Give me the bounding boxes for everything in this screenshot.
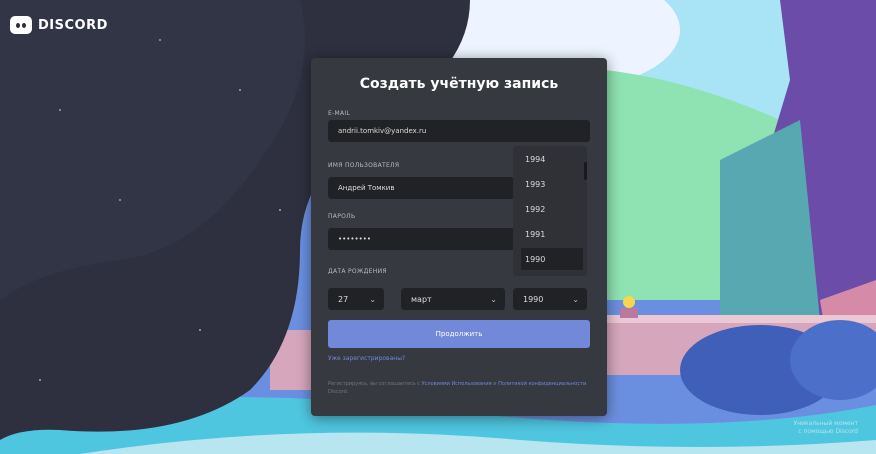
terms-prefix: Регистрируясь, вы соглашаетесь с (328, 381, 422, 387)
brand-name: DISCORD (38, 17, 108, 33)
year-option[interactable]: 1993 (521, 173, 587, 195)
discord-icon (10, 16, 32, 34)
chevron-down-icon: ⌄ (572, 294, 579, 304)
email-label: E-mail (328, 110, 351, 117)
month-value: март (411, 294, 432, 304)
year-select[interactable]: 1990 ⌄ (513, 288, 587, 310)
email-field[interactable]: andrii.tomkiv@yandex.ru (328, 120, 590, 142)
year-option[interactable]: 1992 (521, 198, 587, 220)
corner-line-1: Уникальный момент (793, 420, 858, 427)
chevron-down-icon: ⌄ (369, 294, 376, 304)
continue-button[interactable]: Продолжить (328, 320, 590, 348)
terms-text: Регистрируясь, вы соглашаетесь с Условия… (328, 380, 590, 396)
year-option[interactable]: 1991 (521, 223, 587, 245)
login-link[interactable]: Уже зарегистрированы? (328, 355, 405, 362)
year-value: 1990 (523, 294, 544, 304)
day-value: 27 (338, 294, 349, 304)
corner-line-2: с помощью Discord (798, 428, 858, 435)
year-option-selected[interactable]: 1990 (521, 248, 583, 270)
chevron-down-icon: ⌄ (490, 294, 497, 304)
modal-title: Создать учётную запись (359, 76, 559, 92)
day-select[interactable]: 27 ⌄ (328, 288, 384, 310)
register-modal: Создать учётную запись E-mail andrii.tom… (311, 58, 607, 416)
year-dropdown-menu: 1994 1993 1992 1991 1990 (513, 146, 587, 276)
dropdown-scrollbar[interactable] (584, 162, 587, 180)
username-field[interactable]: Андрей Томкив (328, 177, 514, 199)
year-option[interactable]: 1994 (521, 148, 587, 170)
password-field[interactable]: •••••••• (328, 228, 514, 250)
terms-link[interactable]: Условиями Использования (422, 381, 492, 387)
terms-end: Discord. (328, 389, 349, 395)
dob-label: Дата рождения (328, 268, 387, 275)
password-label: Пароль (328, 213, 356, 220)
username-label: Имя пользователя (328, 162, 400, 169)
corner-caption: Уникальный момент с помощью Discord (794, 420, 858, 436)
month-select[interactable]: март ⌄ (401, 288, 505, 310)
privacy-link[interactable]: Политикой конфиденциальности (498, 381, 586, 387)
discord-logo[interactable]: DISCORD (10, 16, 108, 34)
